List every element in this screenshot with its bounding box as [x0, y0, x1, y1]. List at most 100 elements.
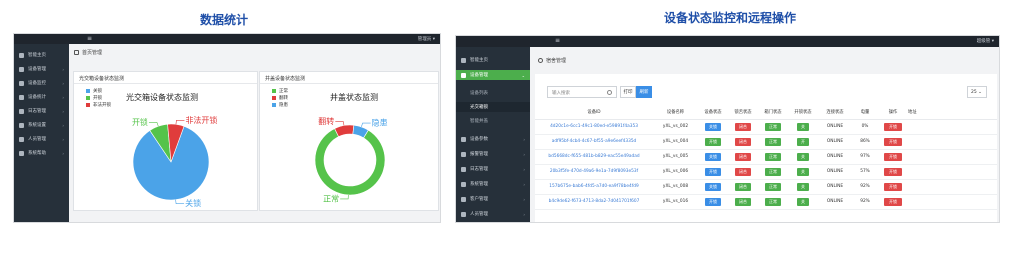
column-header[interactable]: 设备状态 — [698, 106, 728, 120]
column-header[interactable]: 电量 — [852, 106, 878, 120]
sidebar-subitem-device-list[interactable]: 设备列表 — [456, 88, 530, 98]
chevron-down-icon: ⌄ — [521, 72, 525, 78]
sidebar-item-params[interactable]: 设备参数 › — [456, 134, 530, 144]
user-menu[interactable]: 管理员 ▾ — [418, 36, 435, 42]
sidebar-item-device-manage[interactable]: 设备管理 › — [14, 64, 69, 74]
home-icon — [74, 50, 79, 55]
hamburger-icon[interactable]: ≡ — [87, 35, 92, 42]
column-header[interactable]: 锁舌状态 — [728, 106, 758, 120]
search-input[interactable]: 输入搜索 — [547, 86, 617, 98]
device-table-area: 输入搜索 打印 刷新 25 ⌄ 设备ID 设备名称 设备状态 锁舌状态 箱门状态… — [535, 74, 997, 222]
sidebar-item-system[interactable]: 系统管理 › — [456, 179, 530, 189]
device-name-cell: yXL_vs_002 — [653, 119, 698, 135]
unlock-button[interactable]: 开锁 — [884, 152, 902, 161]
column-header[interactable]: 箱门状态 — [758, 106, 788, 120]
sidebar-item-users[interactable]: 人员管理 › — [14, 134, 69, 144]
connection-cell: ONLINE — [818, 134, 852, 150]
device-id-link[interactable]: 20b3f5fe-470d-49a6-9e1a-7d9f8093e53f — [535, 164, 653, 180]
pie-slice-正常[interactable] — [314, 128, 386, 196]
action-cell: 开锁 — [878, 179, 908, 195]
sidebar-subitem-lock[interactable]: 光交箱锁 — [456, 102, 530, 112]
column-header[interactable]: 设备名称 — [653, 106, 698, 120]
sidebar-item-label: 日志管理 — [470, 167, 488, 172]
battery-cell: 57% — [852, 164, 878, 180]
column-header[interactable]: 开锁状态 — [788, 106, 818, 120]
status-cell: 关 — [788, 179, 818, 195]
sidebar-item-logs[interactable]: 日志管理 › — [14, 106, 69, 116]
device-id-link[interactable]: bd5668dc-f655-481b-b829-eac55e49adad — [535, 149, 653, 165]
user-menu[interactable]: 超级管 ▾ — [977, 38, 994, 44]
slice-label: 开锁 — [132, 117, 148, 127]
column-header[interactable]: 连接状态 — [818, 106, 852, 120]
status-badge: 关锁 — [705, 122, 721, 131]
chevron-down-icon: ⌄ — [978, 90, 982, 95]
monitor-icon — [19, 80, 24, 86]
sidebar-item-alarms[interactable]: 报警管理 › — [456, 149, 530, 159]
table-row[interactable]: 20b3f5fe-470d-49a6-9e1a-7d9f8093e53f yXL_… — [535, 164, 997, 180]
unlock-button[interactable]: 开锁 — [884, 167, 902, 176]
unlock-button[interactable]: 开锁 — [884, 137, 902, 146]
sidebar-item-label: 系统设置 — [28, 123, 46, 128]
battery-cell: 86% — [852, 134, 878, 150]
device-id-link[interactable]: 4d20c1e-6cc1-49c1-80ed-e59891f4a353 — [535, 119, 653, 135]
action-cell: 开锁 — [878, 134, 908, 150]
unlock-button[interactable]: 开锁 — [884, 182, 902, 191]
table-row[interactable]: b4c9de62-f673-4713-8da2-7d041701f607 yXL_… — [535, 194, 997, 210]
print-button[interactable]: 打印 — [620, 86, 636, 98]
refresh-button[interactable]: 刷新 — [636, 86, 652, 98]
status-cell: 开锁 — [698, 164, 728, 180]
sidebar-item-settings[interactable]: 系统设置 › — [14, 120, 69, 130]
status-badge: 闭合 — [735, 167, 751, 176]
sidebar-item-home[interactable]: 智能主页 — [14, 50, 69, 60]
table-row[interactable]: 4d20c1e-6cc1-49c1-80ed-e59891f4a353 yXL_v… — [535, 119, 997, 135]
device-id-link[interactable]: adf95bf-4cb4-4c67-bf55-a9e6eef4335d — [535, 134, 653, 150]
device-id-link[interactable]: 157b675e-bab6-4fd5-a7d0-ea9f78be4fd9 — [535, 179, 653, 195]
status-badge: 闭合 — [735, 122, 751, 131]
lock-status-card: 光交箱设备状态监测 关锁 开锁 非法开锁 光交箱设备状态监测 关锁 开锁 非法开锁 — [73, 71, 258, 211]
sidebar-item-device-monitor[interactable]: 设备监控 › — [14, 78, 69, 88]
slice-label: 隐患 — [372, 118, 388, 128]
hamburger-icon[interactable]: ≡ — [555, 37, 560, 44]
sidebar-item-clients[interactable]: 客户管理 › — [456, 194, 530, 204]
action-cell: 开锁 — [878, 119, 908, 135]
sidebar-item-device-stats[interactable]: 设备统计 › — [14, 92, 69, 102]
sidebar-item-users[interactable]: 人员管理 › — [456, 209, 530, 219]
table-row[interactable]: bd5668dc-f655-481b-b829-eac55e49adad yXL_… — [535, 149, 997, 165]
column-header[interactable]: 地址 — [908, 106, 997, 120]
monitor-screenshot: ≡ 超级管 ▾ 智能主页 设备管理 ⌄ 设备列表 光交箱锁 智能井盖 设备参数 › … — [455, 35, 1000, 223]
status-badge: 闭合 — [735, 182, 751, 191]
status-badge: 正常 — [765, 152, 781, 161]
unlock-button[interactable]: 开锁 — [884, 122, 902, 131]
device-id-link[interactable]: b4c9de62-f673-4713-8da2-7d041701f607 — [535, 194, 653, 210]
table-row[interactable]: 157b675e-bab6-4fd5-a7d0-ea9f78be4fd9 yXL_… — [535, 179, 997, 195]
slice-label: 非法开锁 — [185, 115, 217, 125]
sidebar-subitem-manhole[interactable]: 智能井盖 — [456, 116, 530, 126]
breadcrumb: 首页管理 — [74, 49, 102, 56]
status-badge: 正常 — [765, 167, 781, 176]
battery-cell: 97% — [852, 149, 878, 165]
column-header[interactable]: 操作 — [878, 106, 908, 120]
table-row[interactable]: adf95bf-4cb4-4c67-bf55-a9e6eef4335d yXL_v… — [535, 134, 997, 150]
sidebar-item-device-manage[interactable]: 设备管理 ⌄ — [456, 70, 530, 80]
search-icon[interactable] — [607, 90, 612, 95]
sidebar-item-home[interactable]: 智能主页 — [456, 55, 530, 65]
sidebar-item-logs[interactable]: 日志管理 › — [456, 164, 530, 174]
status-cell: 正常 — [758, 179, 788, 195]
chevron-right-icon: › — [62, 122, 64, 128]
sidebar-item-label: 设备管理 — [470, 73, 488, 78]
sidebar-item-label: 设备统计 — [28, 95, 46, 100]
status-badge: 关 — [797, 182, 809, 191]
sidebar: 智能主页 设备管理 ⌄ 设备列表 光交箱锁 智能井盖 设备参数 › 报警管理 › 日志… — [456, 47, 530, 222]
page-size-select[interactable]: 25 ⌄ — [967, 86, 987, 98]
sidebar-item-help[interactable]: 系统帮助 › — [14, 148, 69, 158]
unlock-button[interactable]: 开锁 — [884, 197, 902, 206]
status-cell: 闭合 — [728, 149, 758, 165]
battery-cell: 92% — [852, 179, 878, 195]
gear-icon — [19, 122, 24, 128]
status-cell: 闭合 — [728, 164, 758, 180]
chevron-right-icon: › — [523, 181, 525, 187]
pie-slice-翻转[interactable] — [334, 124, 355, 138]
device-name-cell: yXL_vs_006 — [653, 164, 698, 180]
status-badge: 开锁 — [705, 137, 721, 146]
column-header[interactable]: 设备ID — [535, 106, 653, 120]
